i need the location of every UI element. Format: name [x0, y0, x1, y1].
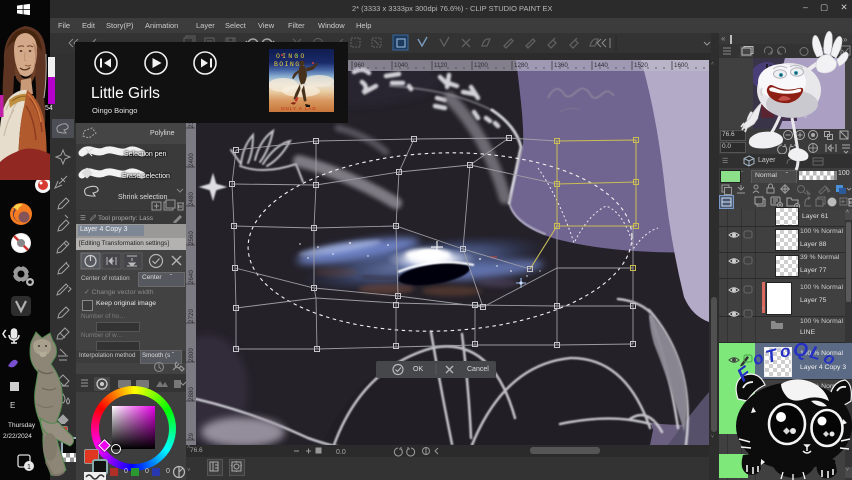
svg-text:E: E — [10, 401, 15, 410]
svg-text:0.0: 0.0 — [336, 449, 346, 456]
svg-text:2880: 2880 — [188, 387, 195, 401]
svg-text:2800: 2800 — [188, 348, 195, 362]
svg-text:960: 960 — [354, 62, 365, 69]
svg-text:1440: 1440 — [594, 62, 608, 69]
svg-text:1280: 1280 — [514, 62, 528, 69]
svg-text:OINGO: OINGO — [276, 53, 307, 60]
svg-text:2640: 2640 — [188, 270, 195, 284]
svg-text:29: 29 — [188, 433, 195, 440]
svg-text:1040: 1040 — [394, 62, 408, 69]
svg-text:2720: 2720 — [188, 309, 195, 323]
svg-text:1360: 1360 — [554, 62, 568, 69]
svg-text:2400: 2400 — [188, 153, 195, 167]
svg-text:Little Girls: Little Girls — [91, 85, 160, 102]
svg-text:1200: 1200 — [474, 62, 488, 69]
svg-text:1520: 1520 — [634, 62, 648, 69]
svg-text:Oingo Boingo: Oingo Boingo — [92, 106, 137, 115]
svg-text:2560: 2560 — [188, 231, 195, 245]
svg-text:1120: 1120 — [434, 62, 448, 69]
svg-text:1600: 1600 — [674, 62, 688, 69]
svg-text:2480: 2480 — [188, 192, 195, 206]
svg-text:ONLY A LAD: ONLY A LAD — [281, 106, 317, 111]
